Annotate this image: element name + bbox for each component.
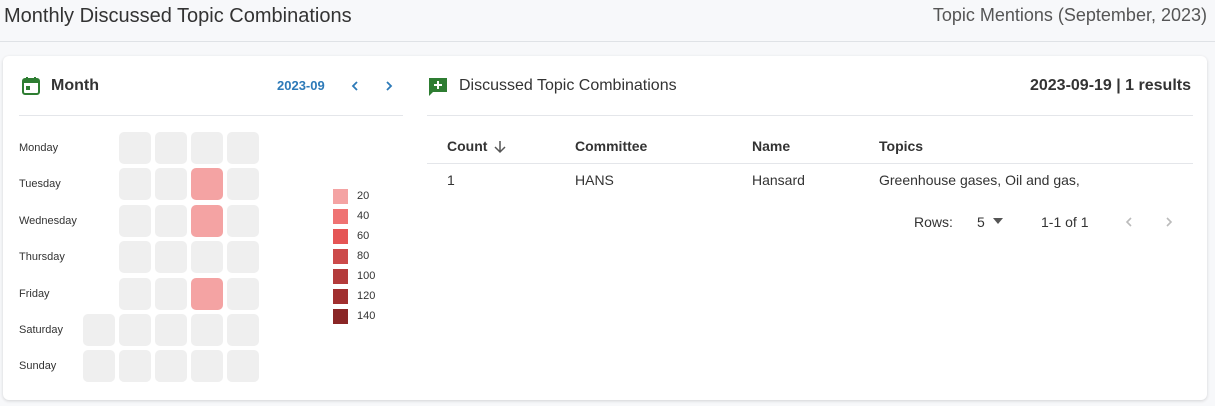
heatmap-cell[interactable]: [155, 168, 187, 201]
legend-swatch: [333, 289, 348, 304]
heatmap-cell[interactable]: [155, 350, 187, 383]
day-label-saturday: Saturday: [19, 324, 64, 336]
content-card: Month 2023-09 Monday Tuesday Wednesday Thur…: [3, 56, 1207, 400]
heatmap-cell[interactable]: [119, 241, 151, 274]
pagination: Rows: 5 1-1 of 1: [427, 204, 1193, 240]
legend-item: 100: [333, 269, 393, 285]
legend-label: 60: [357, 230, 370, 242]
next-page-button[interactable]: [1157, 210, 1181, 234]
heatmap-grid: [83, 132, 263, 384]
heatmap-cell[interactable]: [155, 241, 187, 274]
legend-item: 20: [333, 189, 393, 205]
column-header-committee[interactable]: Committee: [575, 138, 647, 154]
heatmap-cell[interactable]: [227, 168, 259, 201]
rows-per-page-select[interactable]: 5: [969, 208, 1009, 236]
column-header-topics[interactable]: Topics: [879, 138, 923, 154]
heatmap-cell[interactable]: [191, 350, 223, 383]
column-header-count[interactable]: Count: [447, 138, 507, 154]
legend-label: 140: [357, 310, 376, 322]
legend-label: 80: [357, 250, 370, 262]
chevron-left-icon: [1125, 217, 1132, 227]
heatmap-cell[interactable]: [191, 314, 223, 346]
heatmap-cell[interactable]: [119, 350, 151, 383]
chevron-right-icon: [386, 81, 393, 91]
legend-swatch: [333, 309, 348, 324]
previous-month-button[interactable]: [343, 74, 367, 98]
month-value: 2023-09: [277, 78, 325, 93]
rows-per-page-value: 5: [977, 214, 985, 230]
chevron-right-icon: [1166, 217, 1173, 227]
topics-title: Discussed Topic Combinations: [459, 77, 677, 94]
legend-label: 120: [357, 290, 376, 302]
month-title: Month: [51, 77, 99, 94]
cell-topics: Greenhouse gases, Oil and gas,: [879, 172, 1080, 188]
legend-swatch: [333, 189, 348, 204]
legend-item: 120: [333, 289, 393, 305]
month-panel: Month 2023-09 Monday Tuesday Wednesday Thur…: [3, 56, 405, 400]
legend-item: 80: [333, 249, 393, 265]
day-label-wednesday: Wednesday: [19, 214, 77, 227]
heatmap-cell[interactable]: [227, 350, 259, 383]
legend-swatch: [333, 269, 348, 284]
chevron-left-icon: [351, 81, 358, 91]
cell-count: 1: [447, 172, 455, 188]
rows-per-page-label: Rows:: [914, 214, 953, 230]
caret-down-icon: [993, 218, 1003, 224]
heatmap-cell[interactable]: [119, 277, 151, 310]
heatmap-cell[interactable]: [155, 132, 187, 164]
previous-page-button[interactable]: [1117, 210, 1141, 234]
arrow-down-icon: [494, 141, 506, 154]
legend-swatch: [333, 249, 348, 264]
heatmap-cell[interactable]: [155, 314, 187, 346]
legend-label: 20: [357, 190, 370, 202]
legend-swatch: [333, 229, 348, 244]
column-header-name[interactable]: Name: [752, 138, 790, 154]
topics-header: Discussed Topic Combinations 2023-09-19 …: [427, 56, 1193, 116]
legend-item: 40: [333, 209, 393, 225]
heatmap-cell[interactable]: [155, 277, 187, 310]
heatmap-cell[interactable]: [119, 168, 151, 201]
heatmap-cell[interactable]: [83, 314, 115, 346]
table-row[interactable]: 1 HANS Hansard Greenhouse gases, Oil and…: [427, 164, 1193, 196]
add-comment-icon: [427, 76, 449, 98]
day-label-sunday: Sunday: [19, 360, 57, 373]
heatmap-cell[interactable]: [227, 132, 259, 164]
heatmap-cell[interactable]: [155, 204, 187, 237]
heatmap-cell[interactable]: [191, 168, 223, 201]
heatmap-cell[interactable]: [119, 314, 151, 346]
topics-panel: Discussed Topic Combinations 2023-09-19 …: [427, 56, 1193, 400]
page-subtitle: Topic Mentions (September, 2023): [932, 5, 1207, 25]
legend-label: 40: [357, 210, 370, 222]
heatmap-cell[interactable]: [227, 277, 259, 310]
heatmap-cell[interactable]: [191, 241, 223, 274]
day-label-monday: Monday: [19, 142, 59, 154]
cell-name: Hansard: [752, 172, 805, 188]
topics-result: 2023-09-19 | 1 results: [1029, 77, 1191, 94]
next-month-button[interactable]: [377, 74, 401, 98]
heatmap-cell[interactable]: [119, 204, 151, 237]
legend-swatch: [333, 209, 348, 224]
legend-label: 100: [357, 270, 376, 282]
legend-item: 140: [333, 309, 393, 325]
table-header: Count Committee Name Topics: [427, 128, 1193, 164]
legend-item: 60: [333, 229, 393, 245]
page-header: Monthly Discussed Topic Combinations Top…: [0, 0, 1215, 42]
heatmap-cell[interactable]: [191, 204, 223, 237]
day-label-friday: Friday: [19, 287, 50, 300]
heatmap-cell[interactable]: [83, 350, 115, 383]
page-title: Monthly Discussed Topic Combinations: [4, 5, 352, 27]
heatmap-cell[interactable]: [191, 277, 223, 310]
heatmap-cell[interactable]: [227, 204, 259, 237]
calendar-icon: [21, 76, 41, 96]
heatmap-cell[interactable]: [119, 132, 151, 164]
pagination-range: 1-1 of 1: [1041, 214, 1089, 230]
heatmap-cell[interactable]: [227, 314, 259, 346]
month-header: Month 2023-09: [19, 56, 403, 116]
cell-committee: HANS: [575, 172, 614, 188]
heatmap-cell[interactable]: [227, 241, 259, 274]
heatmap-cell[interactable]: [191, 132, 223, 164]
day-label-tuesday: Tuesday: [19, 178, 61, 191]
day-label-thursday: Thursday: [19, 251, 65, 264]
